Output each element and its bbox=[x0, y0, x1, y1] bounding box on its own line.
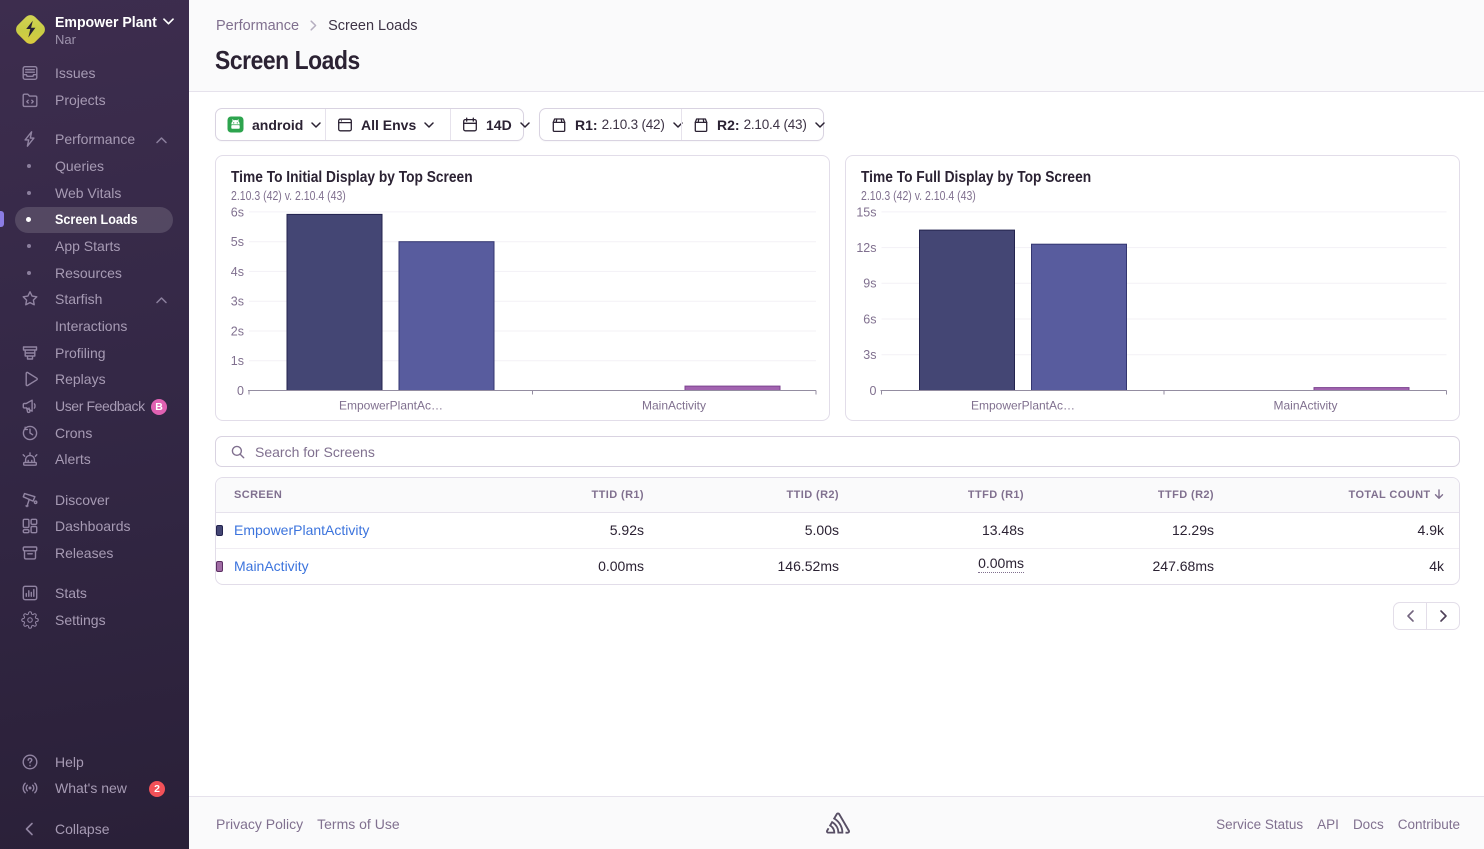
svg-text:12s: 12s bbox=[856, 241, 876, 255]
svg-text:EmpowerPlantAc…: EmpowerPlantAc… bbox=[339, 399, 443, 413]
svg-text:15s: 15s bbox=[856, 205, 876, 219]
svg-text:2s: 2s bbox=[231, 324, 244, 338]
svg-text:3s: 3s bbox=[863, 348, 876, 362]
svg-text:6s: 6s bbox=[231, 205, 244, 219]
svg-text:9s: 9s bbox=[863, 277, 876, 291]
svg-text:3s: 3s bbox=[231, 295, 244, 309]
svg-text:1s: 1s bbox=[231, 354, 244, 368]
svg-text:EmpowerPlantAc…: EmpowerPlantAc… bbox=[971, 399, 1075, 413]
svg-text:0: 0 bbox=[870, 384, 877, 398]
svg-text:MainActivity: MainActivity bbox=[642, 399, 706, 413]
svg-text:MainActivity: MainActivity bbox=[1273, 399, 1337, 413]
svg-text:4s: 4s bbox=[231, 265, 244, 279]
svg-text:0: 0 bbox=[237, 384, 244, 398]
svg-text:6s: 6s bbox=[863, 312, 876, 326]
svg-text:5s: 5s bbox=[231, 235, 244, 249]
